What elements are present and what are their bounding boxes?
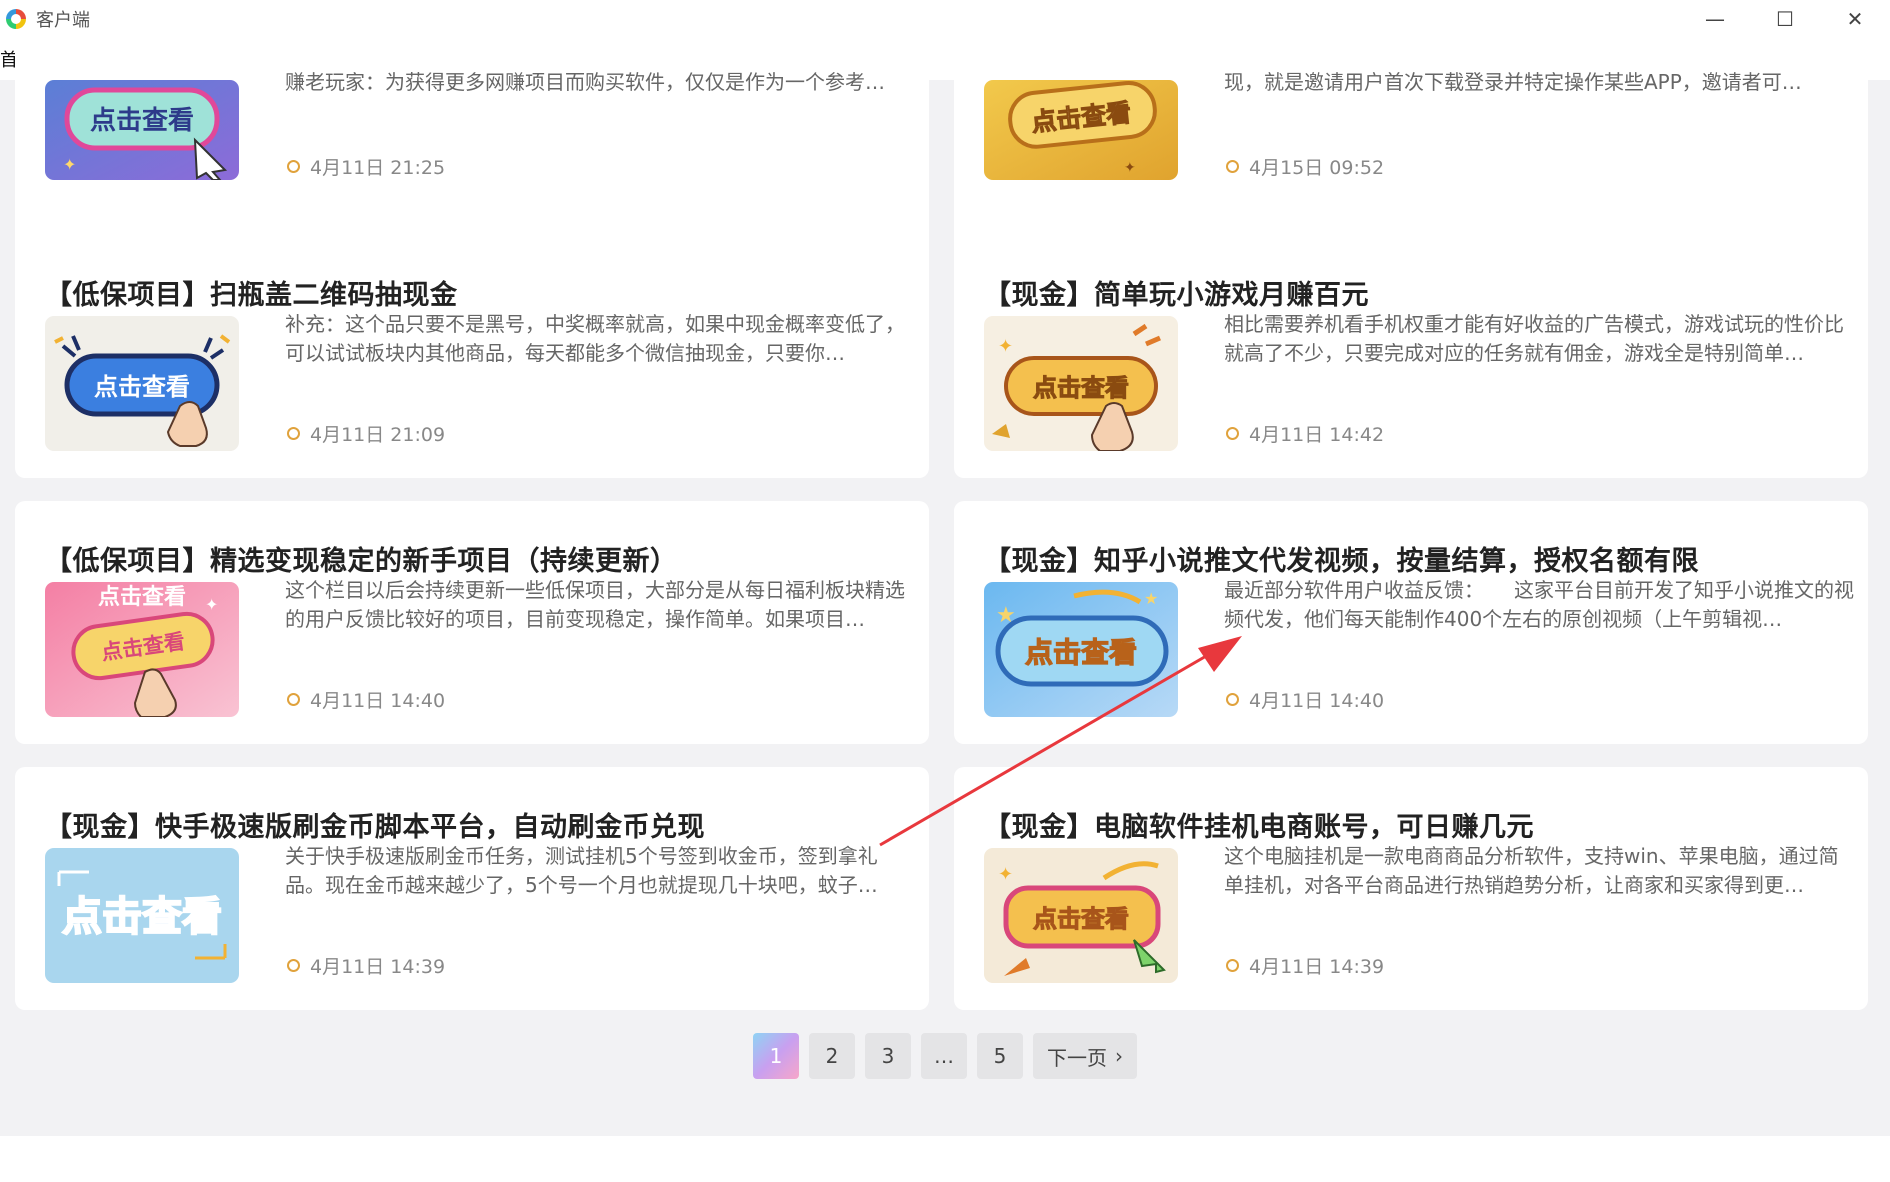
clock-icon bbox=[1226, 693, 1239, 706]
article-time: 4月11日 14:39 bbox=[310, 956, 446, 978]
article-thumbnail[interactable]: 点击查看 ✦ bbox=[45, 80, 239, 180]
app-logo-icon bbox=[6, 9, 26, 29]
article-meta: 4月15日 09:52 bbox=[1226, 153, 1384, 180]
thumbnail-label: 点击查看 bbox=[1025, 636, 1137, 669]
article-meta: 4月11日 14:39 bbox=[1226, 952, 1384, 979]
article-card[interactable]: 【低保项目】扫瓶盖二维码抽现金 点击查看 补充：这个品只要不是黑号，中奖概率就高… bbox=[15, 235, 929, 478]
minimize-icon: — bbox=[1705, 7, 1725, 31]
page-button-2[interactable]: 2 bbox=[809, 1033, 855, 1079]
article-meta: 4月11日 14:40 bbox=[1226, 686, 1384, 713]
chevron-right-icon: › bbox=[1115, 1044, 1123, 1068]
next-page-button[interactable]: 下一页 › bbox=[1033, 1033, 1137, 1079]
article-excerpt: 赚老玩家：为获得更多网赚项目而购买软件，仅仅是作为一个参考… bbox=[285, 70, 885, 94]
article-excerpt: 这个栏目以后会持续更新一些低保项目，大部分是从每日福利板块精选的用户反馈比较好的… bbox=[285, 578, 905, 631]
article-title[interactable]: 【现金】电脑软件挂机电商账号，可日赚几元 bbox=[984, 805, 1534, 844]
article-time: 4月11日 14:40 bbox=[1249, 690, 1385, 712]
maximize-button[interactable]: ☐ bbox=[1750, 0, 1820, 38]
article-card[interactable]: 【现金】电脑软件挂机电商账号，可日赚几元 点击查看 ✦ 这个电脑挂机是一款电商商… bbox=[954, 767, 1868, 1010]
article-thumbnail[interactable]: 点击查看 ✦ bbox=[984, 316, 1178, 451]
title-bar: 客户端 — ☐ ✕ bbox=[0, 0, 1890, 38]
article-thumbnail[interactable]: 点击查看 bbox=[45, 848, 239, 983]
article-time: 4月11日 21:09 bbox=[310, 424, 446, 446]
page-button-3[interactable]: 3 bbox=[865, 1033, 911, 1079]
article-thumbnail[interactable]: 点击查看 点击查看 ✦ bbox=[45, 582, 239, 717]
sparkle-icon: ✦ bbox=[63, 155, 76, 174]
article-thumbnail[interactable]: 点击查看 ★ ★ bbox=[984, 582, 1178, 717]
clock-icon bbox=[287, 160, 300, 173]
minimize-button[interactable]: — bbox=[1680, 0, 1750, 38]
bottom-bar bbox=[0, 1136, 1890, 1182]
pagination: 1 2 3 … 5 下一页 › bbox=[0, 1033, 1890, 1079]
article-thumbnail[interactable]: 点击查看 ✦ bbox=[984, 848, 1178, 983]
clock-icon bbox=[1226, 959, 1239, 972]
article-title[interactable]: 【现金】知乎小说推文代发视频，按量结算，授权名额有限 bbox=[984, 539, 1699, 578]
star-icon: ★ bbox=[1144, 589, 1158, 608]
window-controls: — ☐ ✕ bbox=[1680, 0, 1890, 38]
thumbnail-label: 点击查看 bbox=[90, 105, 194, 136]
sparkle-icon: ✦ bbox=[205, 595, 218, 614]
article-time: 4月15日 09:52 bbox=[1249, 157, 1385, 179]
clock-icon bbox=[287, 959, 300, 972]
article-meta: 4月11日 21:09 bbox=[287, 420, 445, 447]
clock-icon bbox=[287, 693, 300, 706]
article-thumbnail[interactable]: 点击查看 bbox=[45, 316, 239, 451]
close-button[interactable]: ✕ bbox=[1820, 0, 1890, 38]
page-ellipsis[interactable]: … bbox=[921, 1033, 967, 1079]
article-time: 4月11日 21:25 bbox=[310, 157, 446, 179]
page-button-5[interactable]: 5 bbox=[977, 1033, 1023, 1079]
clock-icon bbox=[287, 427, 300, 440]
article-card[interactable]: 点击查看 ✦ 赚老玩家：为获得更多网赚项目而购买软件，仅仅是作为一个参考… 4月… bbox=[15, 40, 929, 253]
maximize-icon: ☐ bbox=[1776, 7, 1794, 31]
thumbnail-label: 点击查看 bbox=[62, 894, 222, 940]
article-title[interactable]: 【现金】快手极速版刷金币脚本平台，自动刷金币兑现 bbox=[45, 805, 705, 844]
article-card[interactable]: 【现金】简单玩小游戏月赚百元 点击查看 ✦ 相比需要养机看手机权重才能有好收益的… bbox=[954, 235, 1868, 478]
article-card[interactable]: 点击查看 ✦ 现，就是邀请用户首次下载登录并特定操作某些APP，邀请者可… 4月… bbox=[954, 40, 1868, 253]
sparkle-icon: ✦ bbox=[998, 336, 1013, 357]
thumbnail-label: 点击查看 bbox=[98, 584, 186, 610]
article-card[interactable]: 【现金】知乎小说推文代发视频，按量结算，授权名额有限 点击查看 ★ ★ 最近部分… bbox=[954, 501, 1868, 744]
article-excerpt: 关于快手极速版刷金币任务，测试挂机5个号签到收金币，签到拿礼品。现在金币越来越少… bbox=[285, 844, 878, 897]
thumbnail-label: 点击查看 bbox=[1033, 905, 1129, 933]
article-excerpt: 这个电脑挂机是一款电商商品分析软件，支持win、苹果电脑，通过简单挂机，对各平台… bbox=[1224, 844, 1839, 897]
article-excerpt: 相比需要养机看手机权重才能有好收益的广告模式，游戏试玩的性价比就高了不少，只要完… bbox=[1224, 312, 1844, 365]
close-icon: ✕ bbox=[1846, 7, 1864, 31]
article-excerpt: 最近部分软件用户收益反馈： 这家平台目前开发了知乎小说推文的视频代发，他们每天能… bbox=[1224, 578, 1854, 631]
sparkle-icon: ✦ bbox=[1124, 160, 1136, 176]
article-time: 4月11日 14:39 bbox=[1249, 956, 1385, 978]
article-title[interactable]: 【低保项目】扫瓶盖二维码抽现金 bbox=[45, 273, 458, 312]
article-title[interactable]: 【现金】简单玩小游戏月赚百元 bbox=[984, 273, 1369, 312]
clock-icon bbox=[1226, 160, 1239, 173]
article-title[interactable]: 【低保项目】精选变现稳定的新手项目（持续更新） bbox=[45, 539, 678, 578]
window-title: 客户端 bbox=[36, 10, 90, 31]
sparkle-icon: ✦ bbox=[998, 864, 1013, 885]
star-icon: ★ bbox=[996, 603, 1016, 628]
article-card[interactable]: 【现金】快手极速版刷金币脚本平台，自动刷金币兑现 点击查看 关于快手极速版刷金币… bbox=[15, 767, 929, 1010]
article-meta: 4月11日 21:25 bbox=[287, 153, 445, 180]
article-time: 4月11日 14:40 bbox=[310, 690, 446, 712]
next-page-label: 下一页 bbox=[1047, 1045, 1107, 1070]
thumbnail-label: 点击查看 bbox=[1033, 374, 1129, 402]
article-card[interactable]: 【低保项目】精选变现稳定的新手项目（持续更新） 点击查看 点击查看 ✦ 这个栏目… bbox=[15, 501, 929, 744]
article-excerpt: 补充：这个品只要不是黑号，中奖概率就高，如果中现金概率变低了，可以试试板块内其他… bbox=[285, 312, 905, 365]
page-button-1[interactable]: 1 bbox=[753, 1033, 799, 1079]
article-meta: 4月11日 14:42 bbox=[1226, 420, 1384, 447]
article-meta: 4月11日 14:40 bbox=[287, 686, 445, 713]
article-time: 4月11日 14:42 bbox=[1249, 424, 1385, 446]
article-meta: 4月11日 14:39 bbox=[287, 952, 445, 979]
clock-icon bbox=[1226, 427, 1239, 440]
thumbnail-label: 点击查看 bbox=[94, 373, 190, 401]
article-excerpt: 现，就是邀请用户首次下载登录并特定操作某些APP，邀请者可… bbox=[1224, 70, 1802, 94]
article-thumbnail[interactable]: 点击查看 ✦ bbox=[984, 80, 1178, 180]
article-list: 点击查看 ✦ 赚老玩家：为获得更多网赚项目而购买软件，仅仅是作为一个参考… 4月… bbox=[0, 40, 1890, 1136]
